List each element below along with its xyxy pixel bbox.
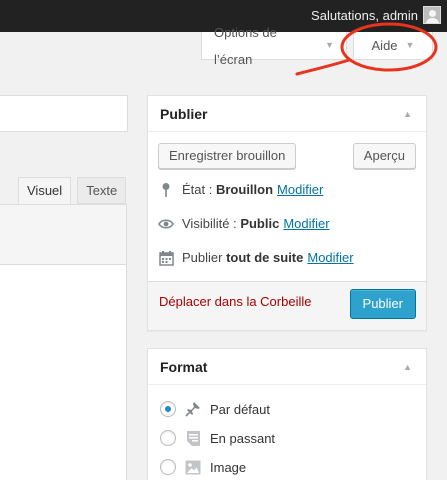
editor-content-area[interactable] [0,265,127,480]
greeting-link[interactable]: Salutations, admin [311,0,418,32]
schedule-value: tout de suite [226,250,304,265]
format-label-image: Image [210,459,247,475]
triangle-down-icon: ▼ [325,40,334,50]
collapse-arrow-icon[interactable]: ▲ [403,96,412,132]
visibility-label: Visibilité : [182,216,237,231]
calendar-icon [158,250,174,266]
eye-icon [158,216,174,232]
visibility-row: Visibilité : Public Modifier [158,214,330,234]
publish-box-header[interactable]: Publier ▲ [148,96,426,132]
triangle-down-icon: ▼ [405,40,415,50]
edit-visibility-link[interactable]: Modifier [283,214,329,234]
publish-button[interactable]: Publier [349,289,416,319]
screen-options-button[interactable]: Options de l’écran ▼ [201,25,347,67]
help-button[interactable]: Aide ▼ [353,32,433,60]
format-radio-aside[interactable] [160,430,176,446]
format-radio-standard[interactable] [160,401,176,417]
preview-button[interactable]: Aperçu [352,143,416,169]
publish-box: Publier ▲ Enregistrer brouillon Aperçu É… [147,95,427,331]
image-icon [184,458,202,476]
format-box-header[interactable]: Format ▲ [148,349,426,385]
format-label-aside: En passant [210,430,276,446]
format-radio-image[interactable] [160,459,176,475]
format-label-standard: Par défaut [210,401,270,417]
major-publishing-actions: Déplacer dans la Corbeille Publier [148,281,426,330]
schedule-row: Publier tout de suite Modifier [158,248,354,268]
pin-icon [158,182,174,198]
format-box-title: Format [160,359,208,375]
format-box: Format ▲ Par défaut En passant Image [147,348,427,480]
publish-box-title: Publier [160,106,208,122]
save-draft-button[interactable]: Enregistrer brouillon [158,143,297,169]
editor-tabs: Visuel Texte [18,177,127,204]
post-title-input[interactable] [0,95,128,132]
status-label: État : [182,182,213,197]
format-option-standard[interactable]: Par défaut [160,399,270,419]
collapse-arrow-icon[interactable]: ▲ [403,349,412,385]
format-option-image[interactable]: Image [160,457,246,477]
pushpin-icon [184,400,202,418]
avatar-icon[interactable] [423,6,441,24]
schedule-label: Publier [182,250,223,265]
aside-icon [184,429,202,447]
visibility-value: Public [240,216,280,231]
screen-options-label: Options de l’écran [214,24,277,67]
screen-meta-links: Options de l’écran ▼ Aide ▼ [201,25,433,67]
format-option-aside[interactable]: En passant [160,428,275,448]
editor-toolbar [0,204,127,265]
move-to-trash-link[interactable]: Déplacer dans la Corbeille [159,294,311,309]
status-row: État : Brouillon Modifier [158,180,323,200]
help-label: Aide [371,38,398,53]
tab-text[interactable]: Texte [77,177,127,204]
edit-status-link[interactable]: Modifier [277,180,323,200]
tab-visual[interactable]: Visuel [18,177,72,204]
edit-schedule-link[interactable]: Modifier [307,248,353,268]
status-value: Brouillon [215,182,274,197]
